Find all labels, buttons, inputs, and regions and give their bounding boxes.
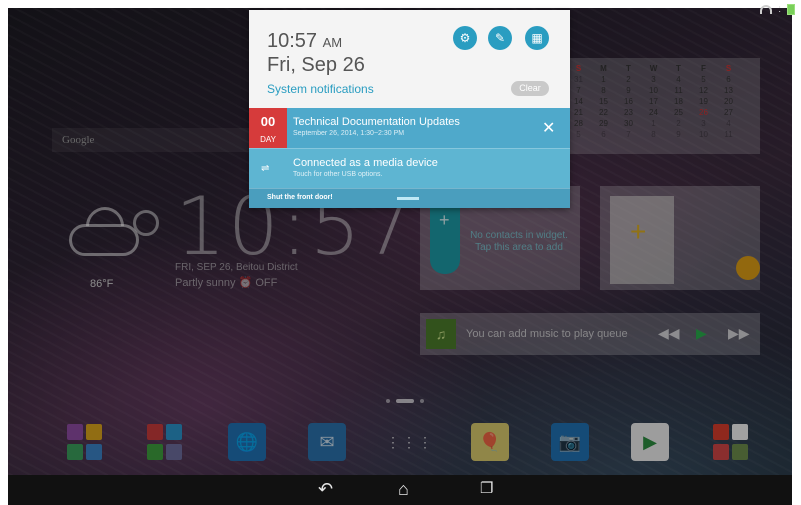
home-icon[interactable]: ⌂ (398, 479, 409, 500)
system-notifications-link[interactable]: System notifications (267, 82, 374, 96)
notification-panel: 10:57 AM Fri, Sep 26 System notification… (249, 10, 570, 208)
calendar-notification[interactable]: 00 DAY Technical Documentation Updates S… (249, 108, 570, 148)
panel-time-value: 10:57 (267, 30, 318, 52)
message-notification[interactable]: Shut the front door! (249, 188, 570, 208)
panel-ampm: AM (322, 35, 343, 50)
back-icon[interactable]: ↶ (318, 479, 333, 500)
notification-title: Technical Documentation Updates (293, 116, 460, 128)
panel-date: Fri, Sep 26 (267, 54, 365, 76)
close-icon[interactable]: ✕ (542, 118, 555, 138)
battery-icon (787, 4, 795, 15)
signal-dots: : (778, 4, 781, 15)
panel-time: 10:57 AM (267, 30, 342, 53)
notification-title: Connected as a media device (293, 157, 438, 169)
clear-button[interactable]: Clear (511, 81, 549, 96)
quick-settings-grid-icon[interactable]: ▦ (525, 26, 549, 50)
edit-note-icon[interactable]: ✎ (488, 26, 512, 50)
day-label: DAY (260, 135, 276, 144)
recent-apps-icon[interactable]: ❐ (480, 479, 493, 497)
notification-handle (397, 197, 419, 200)
usb-notification[interactable]: ⇌ Connected as a media device Touch for … (249, 148, 570, 188)
status-bar: : (760, 4, 795, 15)
navigation-bar: ↶ ⌂ ❐ (8, 475, 792, 505)
day-number: 00 (260, 114, 276, 129)
day-badge: 00 DAY (249, 108, 287, 148)
wifi-icon (760, 5, 773, 14)
notification-subtitle: Touch for other USB options. (293, 171, 383, 178)
notification-subtitle: September 26, 2014, 1:30~2:30 PM (293, 130, 405, 137)
settings-gear-icon[interactable]: ⚙ (453, 26, 477, 50)
notification-title: Shut the front door! (267, 194, 333, 201)
usb-icon: ⇌ (261, 163, 270, 174)
